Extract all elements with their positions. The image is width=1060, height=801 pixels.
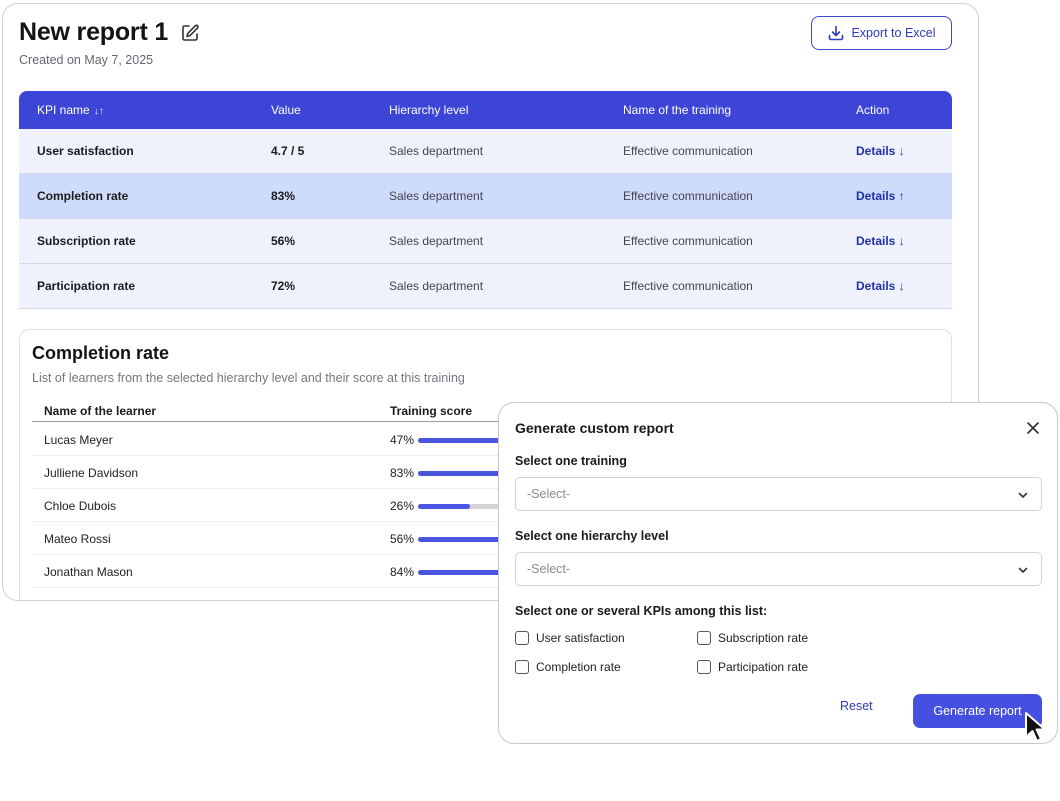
details-link[interactable]: Details ↑: [856, 189, 905, 203]
modal-title: Generate custom report: [515, 420, 674, 436]
training-select-value: -Select-: [527, 487, 571, 501]
completion-subtitle: List of learners from the selected hiera…: [32, 371, 465, 385]
kpi-checkbox-completion-rate[interactable]: Completion rate: [515, 660, 621, 674]
kpi-name: Completion rate: [37, 189, 129, 203]
details-link[interactable]: Details ↓: [856, 279, 905, 293]
kpi-value: 72%: [271, 279, 296, 293]
checkbox[interactable]: [697, 660, 711, 674]
kpi-training: Effective communication: [623, 144, 753, 158]
mouse-cursor-icon: [1025, 712, 1046, 742]
checkbox[interactable]: [515, 631, 529, 645]
header-learner-name: Name of the learner: [44, 404, 157, 418]
kpi-hierarchy: Sales department: [389, 189, 484, 203]
details-link[interactable]: Details ↓: [856, 144, 905, 158]
kpi-hierarchy: Sales department: [389, 234, 484, 248]
checkbox[interactable]: [697, 631, 711, 645]
kpi-hierarchy: Sales department: [389, 279, 484, 293]
table-row: Participation rate 72% Sales department …: [19, 264, 952, 309]
completion-title: Completion rate: [32, 343, 170, 363]
kpi-training: Effective communication: [623, 234, 753, 248]
kpi-training: Effective communication: [623, 279, 753, 293]
kpi-checkbox-participation-rate[interactable]: Participation rate: [697, 660, 808, 674]
generate-report-modal: Generate custom report Select one traini…: [498, 402, 1058, 744]
checkbox-label: Subscription rate: [718, 631, 809, 645]
learner-score: 56%: [390, 532, 415, 546]
score-bar-fill: [418, 504, 470, 509]
learner-name: Jonathan Mason: [44, 565, 133, 579]
checkbox-label: Completion rate: [536, 660, 621, 674]
kpi-training: Effective communication: [623, 189, 753, 203]
learner-score: 47%: [390, 433, 415, 447]
kpi-name: Subscription rate: [37, 234, 136, 248]
header-action: Action: [856, 103, 890, 117]
learner-name: Julliene Davidson: [44, 466, 139, 480]
kpi-value: 83%: [271, 189, 296, 203]
learner-score: 84%: [390, 565, 415, 579]
learner-name: Lucas Meyer: [44, 433, 113, 447]
close-icon[interactable]: [1026, 421, 1040, 435]
table-row: User satisfaction 4.7 / 5 Sales departme…: [19, 129, 952, 174]
kpi-hierarchy: Sales department: [389, 144, 484, 158]
header-training-score: Training score: [390, 404, 473, 418]
details-link[interactable]: Details ↓: [856, 234, 905, 248]
kpi-name: User satisfaction: [37, 144, 134, 158]
export-label: Export to Excel: [851, 26, 936, 40]
kpi-value: 4.7 / 5: [271, 144, 305, 158]
chevron-down-icon: [1018, 492, 1028, 498]
learner-name: Chloe Dubois: [44, 499, 117, 513]
kpi-name: Participation rate: [37, 279, 136, 293]
kpi-value: 56%: [271, 234, 296, 248]
download-icon: [829, 25, 844, 41]
learner-score: 83%: [390, 466, 415, 480]
kpi-checkbox-subscription-rate[interactable]: Subscription rate: [697, 631, 808, 645]
hierarchy-select[interactable]: -Select-: [515, 552, 1042, 586]
export-to-excel-button[interactable]: Export to Excel: [811, 16, 952, 50]
hierarchy-select-value: -Select-: [527, 562, 571, 576]
learner-score: 26%: [390, 499, 415, 513]
hierarchy-label: Select one hierarchy level: [515, 529, 669, 543]
table-row: Completion rate 83% Sales department Eff…: [19, 174, 952, 219]
page-title: New report 1: [19, 18, 169, 46]
reset-button[interactable]: Reset: [840, 699, 873, 713]
chevron-down-icon: [1018, 567, 1028, 573]
checkbox-label: Participation rate: [718, 660, 809, 674]
title-row: New report 1: [19, 18, 200, 47]
kpi-table-header: KPI name ↓↑ Value Hierarchy level Name of…: [19, 91, 952, 129]
created-date: Created on May 7, 2025: [19, 53, 154, 67]
learner-name: Mateo Rossi: [44, 532, 111, 546]
training-label: Select one training: [515, 454, 627, 468]
table-row: Subscription rate 56% Sales department E…: [19, 219, 952, 264]
edit-icon[interactable]: [180, 23, 200, 43]
kpi-list-label: Select one or several KPIs among this li…: [515, 604, 768, 618]
training-select[interactable]: -Select-: [515, 477, 1042, 511]
sort-icon[interactable]: ↓↑: [94, 106, 104, 117]
checkbox[interactable]: [515, 660, 529, 674]
header-hierarchy: Hierarchy level: [389, 103, 469, 117]
checkbox-label: User satisfaction: [536, 631, 625, 645]
header-value: Value: [271, 103, 301, 117]
header-kpi-name[interactable]: KPI name ↓↑: [37, 103, 104, 117]
kpi-checkbox-user-satisfaction[interactable]: User satisfaction: [515, 631, 625, 645]
kpi-table: KPI name ↓↑ Value Hierarchy level Name of…: [19, 91, 952, 309]
header-training: Name of the training: [623, 103, 732, 117]
